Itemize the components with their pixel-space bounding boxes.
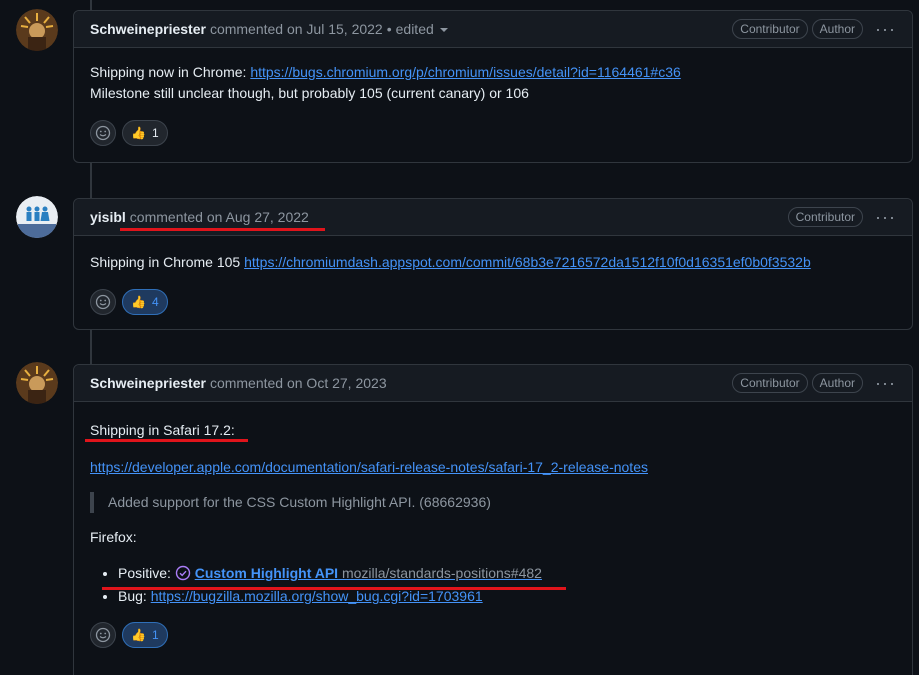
comment-timestamp[interactable]: commented on Aug 27, 2022 (130, 209, 309, 225)
comment-body: Shipping now in Chrome: https://bugs.chr… (74, 48, 912, 104)
comment-timestamp[interactable]: commented on Oct 27, 2023 (210, 375, 387, 391)
add-reaction-button[interactable] (90, 289, 116, 315)
smiley-icon (95, 294, 111, 310)
avatar-image-icon (16, 9, 58, 51)
more-options-icon[interactable]: ··· (875, 20, 896, 38)
author-badge: Author (811, 19, 864, 39)
check-circle-icon (175, 565, 191, 581)
smiley-icon (95, 627, 111, 643)
reaction-count: 1 (151, 628, 159, 642)
reactions-bar: 👍 1 (74, 104, 912, 158)
avatar-image-icon (16, 362, 58, 404)
more-options-icon[interactable]: ··· (875, 374, 896, 392)
comment-body: Shipping in Safari 17.2: https://develop… (74, 402, 912, 608)
thumbs-up-icon: 👍 (131, 628, 146, 642)
highlight-underline (120, 228, 325, 231)
highlight-underline (85, 439, 248, 442)
comment-header: Schweinepriester commented on Oct 27, 20… (74, 365, 912, 402)
edited-dropdown[interactable]: edited (396, 21, 434, 37)
firefox-label: Firefox: (90, 529, 137, 545)
contributor-badge: Contributor (732, 19, 808, 39)
comment-action[interactable]: commented on Jul 15, 2022 (210, 21, 383, 37)
comment-author[interactable]: yisibl (90, 209, 126, 225)
avatar[interactable] (16, 9, 58, 51)
reactions-bar: 👍 1 (74, 608, 912, 660)
avatar-image-icon (16, 196, 58, 238)
firefox-list: Positive: Custom Highlight API mozilla/s… (90, 562, 896, 608)
comment-author[interactable]: Schweinepriester (90, 375, 206, 391)
comment-link[interactable]: https://bugzilla.mozilla.org/show_bug.cg… (151, 588, 483, 604)
issue-link[interactable]: Custom Highlight API mozilla/standards-p… (195, 565, 542, 581)
add-reaction-button[interactable] (90, 622, 116, 648)
comment-card: yisibl commented on Aug 27, 2022 Contrib… (73, 198, 913, 330)
comment-line: Milestone still unclear though, but prob… (90, 85, 529, 101)
thumbs-up-reaction[interactable]: 👍 4 (122, 289, 168, 315)
comment-link[interactable]: https://developer.apple.com/documentatio… (90, 459, 648, 475)
reaction-count: 1 (151, 126, 159, 140)
author-badge: Author (811, 373, 864, 393)
comment-link[interactable]: https://chromiumdash.appspot.com/commit/… (244, 254, 811, 270)
more-options-icon[interactable]: ··· (875, 208, 896, 226)
list-item: Positive: Custom Highlight API mozilla/s… (118, 562, 896, 585)
comment-timestamp: commented on Jul 15, 2022 • edited (210, 21, 448, 37)
reactions-bar: 👍 4 (74, 273, 912, 327)
highlight-underline (102, 587, 566, 590)
thumbs-up-reaction[interactable]: 👍 1 (122, 622, 168, 648)
comment-line: Shipping in Chrome 105 https://chromiumd… (90, 254, 811, 270)
contributor-badge: Contributor (787, 207, 864, 227)
contributor-badge: Contributor (732, 373, 808, 393)
chevron-down-icon[interactable] (439, 28, 448, 33)
comment-line: https://developer.apple.com/documentatio… (90, 457, 896, 478)
thumbs-up-icon: 👍 (131, 295, 146, 309)
comment-card: Schweinepriester commented on Oct 27, 20… (73, 364, 913, 675)
avatar[interactable] (16, 196, 58, 238)
smiley-icon (95, 125, 111, 141)
comment-header: Schweinepriester commented on Jul 15, 20… (74, 11, 912, 48)
reaction-count: 4 (151, 295, 159, 309)
comment-body: Shipping in Chrome 105 https://chromiumd… (74, 236, 912, 273)
thumbs-up-icon: 👍 (131, 126, 146, 140)
avatar[interactable] (16, 362, 58, 404)
comment-line: Shipping now in Chrome: https://bugs.chr… (90, 64, 681, 80)
comment-heading: Shipping in Safari 17.2: (90, 422, 235, 438)
blockquote: Added support for the CSS Custom Highlig… (90, 492, 896, 513)
comment-card: Schweinepriester commented on Jul 15, 20… (73, 10, 913, 163)
comment-author[interactable]: Schweinepriester (90, 21, 206, 37)
comment-link[interactable]: https://bugs.chromium.org/p/chromium/iss… (250, 64, 680, 80)
add-reaction-button[interactable] (90, 120, 116, 146)
thumbs-up-reaction[interactable]: 👍 1 (122, 120, 168, 146)
